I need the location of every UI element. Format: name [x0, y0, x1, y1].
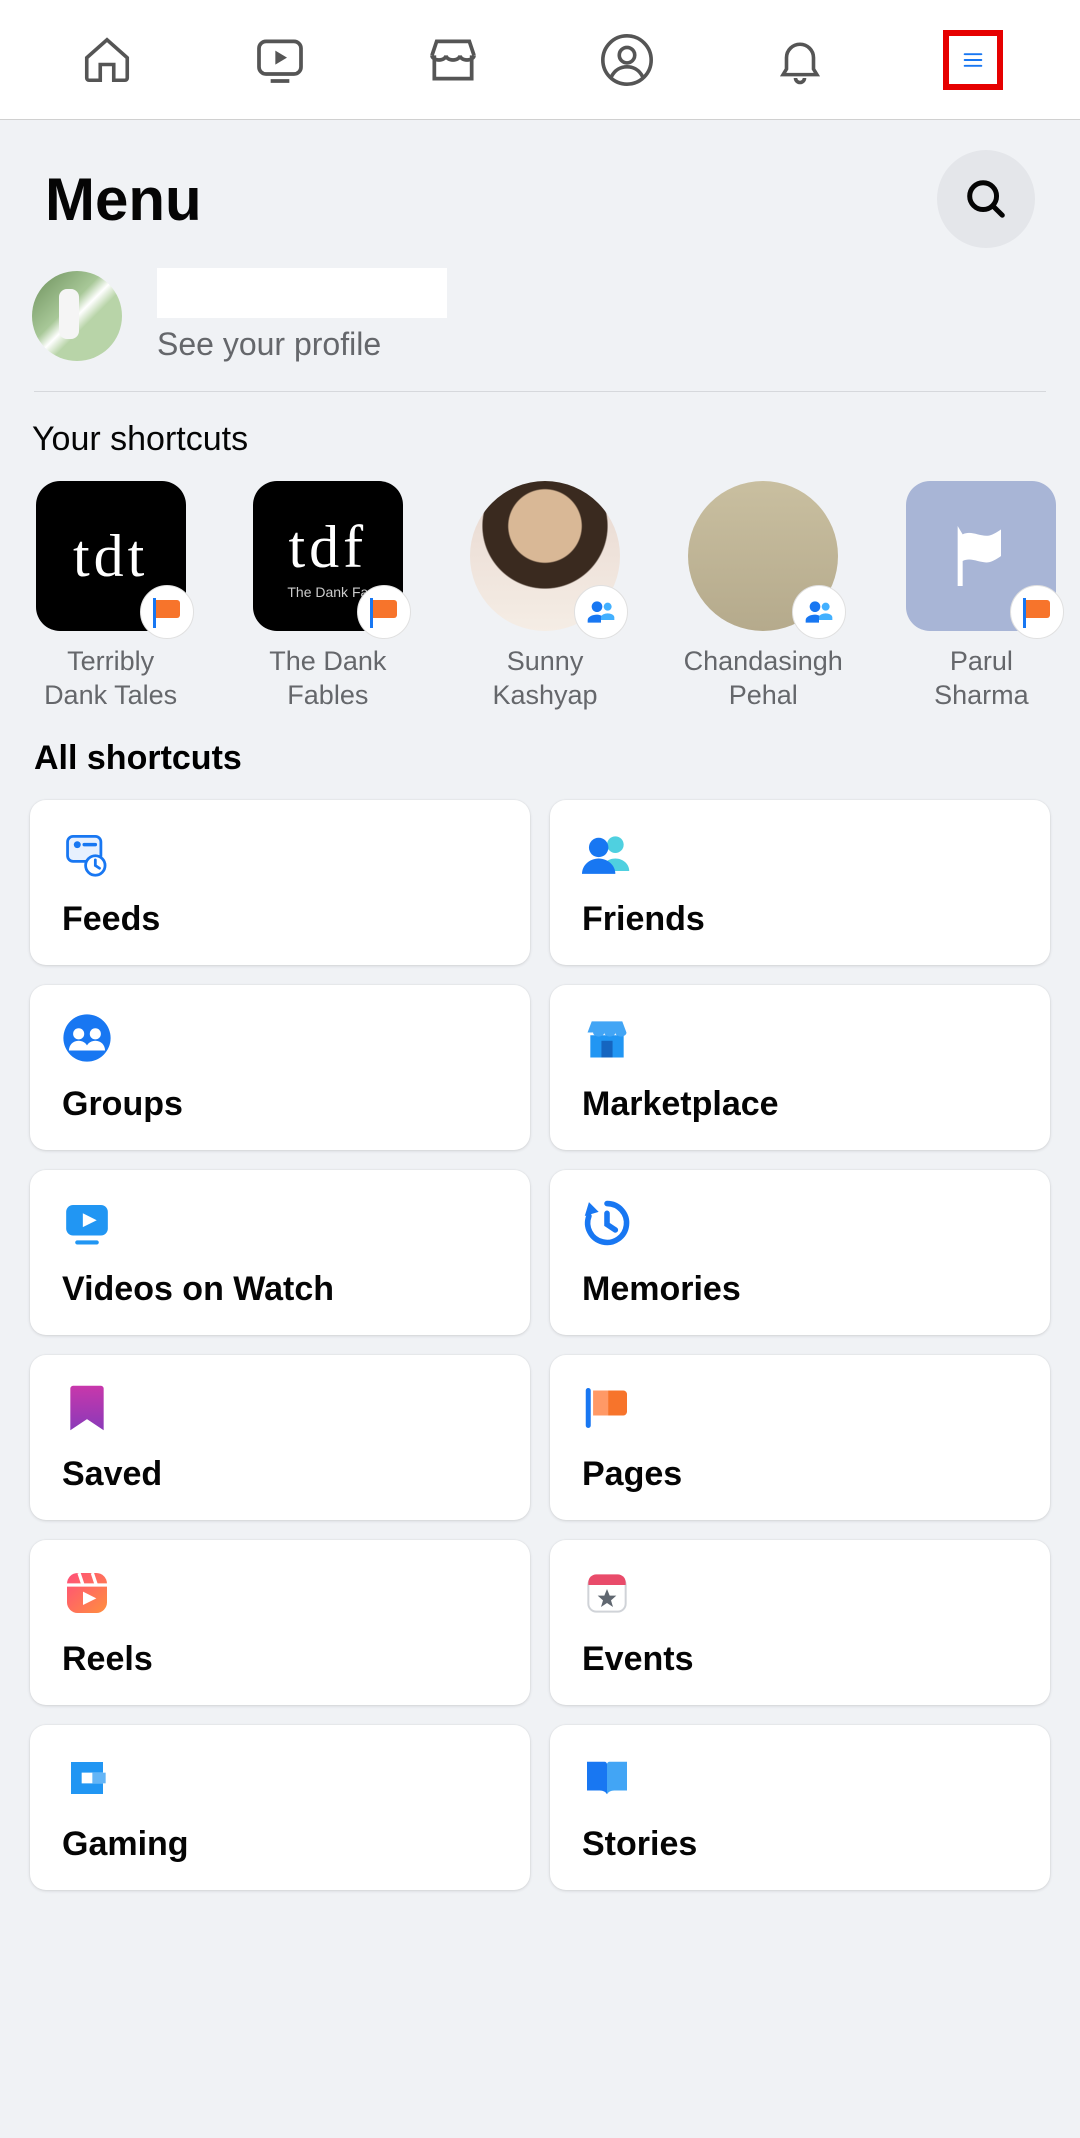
bell-icon — [773, 33, 827, 87]
profile-subtitle: See your profile — [157, 326, 447, 363]
card-marketplace[interactable]: Marketplace — [550, 985, 1050, 1150]
nav-menu[interactable] — [943, 30, 1003, 90]
group-icon — [803, 596, 835, 628]
avatar — [32, 271, 122, 361]
shortcut-item[interactable]: Parul Sharma — [903, 481, 1060, 713]
flag-icon — [1023, 600, 1051, 624]
reels-icon — [62, 1568, 112, 1618]
search-icon — [963, 176, 1009, 222]
card-groups[interactable]: Groups — [30, 985, 530, 1150]
shortcut-item[interactable]: tdt Terribly Dank Tales — [32, 481, 189, 713]
card-label: Gaming — [62, 1825, 498, 1864]
shortcut-thumb — [688, 481, 838, 631]
all-shortcuts-grid: Feeds Friends Groups Marketplace Videos … — [0, 800, 1080, 1920]
page-badge — [140, 585, 194, 639]
flag-icon — [370, 600, 398, 624]
card-label: Videos on Watch — [62, 1270, 498, 1309]
saved-icon — [62, 1383, 112, 1433]
nav-watch[interactable] — [250, 30, 310, 90]
card-friends[interactable]: Friends — [550, 800, 1050, 965]
stories-icon — [582, 1753, 632, 1803]
gaming-icon — [62, 1753, 112, 1803]
group-icon — [585, 596, 617, 628]
card-pages[interactable]: Pages — [550, 1355, 1050, 1520]
card-reels[interactable]: Reels — [30, 1540, 530, 1705]
flag-white-icon — [941, 516, 1021, 596]
shortcut-thumb — [906, 481, 1056, 631]
card-label: Friends — [582, 900, 1018, 939]
shortcut-strip: tdt Terribly Dank Tales tdf The Dank Fa … — [0, 481, 1080, 725]
shortcut-label: The Dank Fables — [249, 645, 406, 713]
friends-icon — [582, 828, 632, 878]
card-label: Pages — [582, 1455, 1018, 1494]
nav-notifications[interactable] — [770, 30, 830, 90]
card-label: Reels — [62, 1640, 498, 1679]
card-videos-on-watch[interactable]: Videos on Watch — [30, 1170, 530, 1335]
nav-home[interactable] — [77, 30, 137, 90]
shortcut-item[interactable]: tdf The Dank Fa The Dank Fables — [249, 481, 406, 713]
page-title: Menu — [45, 165, 202, 234]
shortcut-thumb-sub: The Dank Fa — [287, 584, 368, 600]
shortcut-label: Sunny Kashyap — [466, 645, 623, 713]
profile-text: See your profile — [157, 268, 447, 363]
your-shortcuts-heading: Your shortcuts — [0, 392, 1080, 481]
memories-icon — [582, 1198, 632, 1248]
shortcut-thumb-text: tdf — [289, 513, 368, 582]
shortcut-thumb: tdt — [36, 481, 186, 631]
shortcut-thumb — [470, 481, 620, 631]
group-badge — [574, 585, 628, 639]
page-badge — [357, 585, 411, 639]
card-label: Stories — [582, 1825, 1018, 1864]
card-memories[interactable]: Memories — [550, 1170, 1050, 1335]
search-button[interactable] — [937, 150, 1035, 248]
card-gaming[interactable]: Gaming — [30, 1725, 530, 1890]
card-label: Memories — [582, 1270, 1018, 1309]
feeds-icon — [62, 828, 112, 878]
nav-marketplace[interactable] — [423, 30, 483, 90]
shortcut-thumb-text: tdt — [73, 522, 148, 591]
hamburger-icon — [963, 38, 983, 82]
card-label: Marketplace — [582, 1085, 1018, 1124]
shortcut-item[interactable]: Sunny Kashyap — [466, 481, 623, 713]
nav-profile[interactable] — [597, 30, 657, 90]
watch-icon — [62, 1198, 112, 1248]
profile-outline-icon — [598, 31, 656, 89]
card-label: Groups — [62, 1085, 498, 1124]
pages-icon — [582, 1383, 632, 1433]
flag-icon — [153, 600, 181, 624]
shortcut-thumb: tdf The Dank Fa — [253, 481, 403, 631]
card-events[interactable]: Events — [550, 1540, 1050, 1705]
shortcut-label: Chandasingh Pehal — [684, 645, 843, 713]
shortcut-label: Terribly Dank Tales — [32, 645, 189, 713]
all-shortcuts-heading: All shortcuts — [0, 725, 1080, 800]
shortcut-label: Parul Sharma — [903, 645, 1060, 713]
card-saved[interactable]: Saved — [30, 1355, 530, 1520]
watch-icon — [252, 32, 308, 88]
card-feeds[interactable]: Feeds — [30, 800, 530, 965]
card-label: Saved — [62, 1455, 498, 1494]
groups-icon — [62, 1013, 112, 1063]
group-badge — [792, 585, 846, 639]
page-badge — [1010, 585, 1064, 639]
page-header: Menu — [0, 120, 1080, 268]
profile-link[interactable]: See your profile — [0, 268, 1080, 391]
home-icon — [80, 33, 134, 87]
card-label: Events — [582, 1640, 1018, 1679]
events-icon — [582, 1568, 632, 1618]
profile-name-redacted — [157, 268, 447, 318]
card-label: Feeds — [62, 900, 498, 939]
shortcut-item[interactable]: Chandasingh Pehal — [684, 481, 843, 713]
card-stories[interactable]: Stories — [550, 1725, 1050, 1890]
top-nav — [0, 0, 1080, 120]
marketplace-icon — [582, 1013, 632, 1063]
marketplace-icon — [425, 32, 481, 88]
